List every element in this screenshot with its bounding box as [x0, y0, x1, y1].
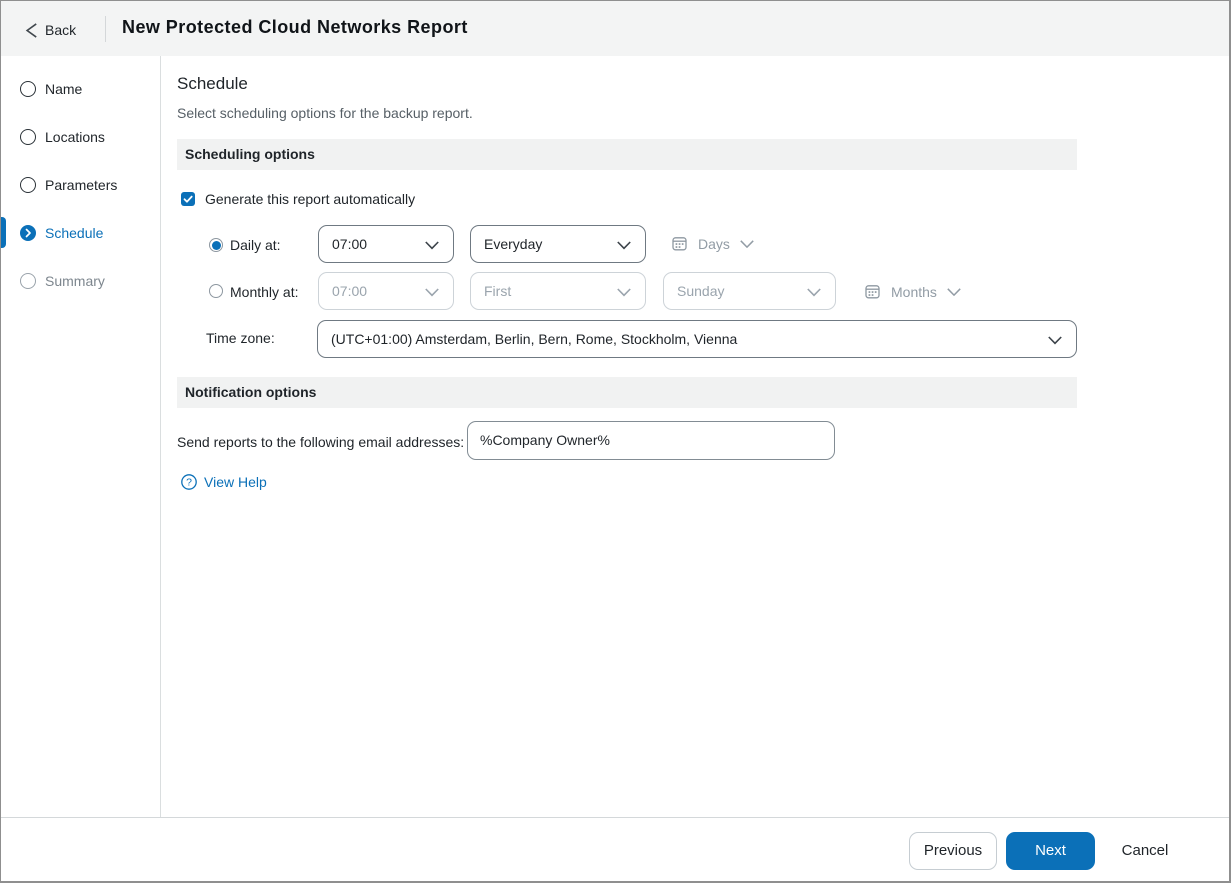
svg-text:?: ?	[186, 477, 192, 489]
